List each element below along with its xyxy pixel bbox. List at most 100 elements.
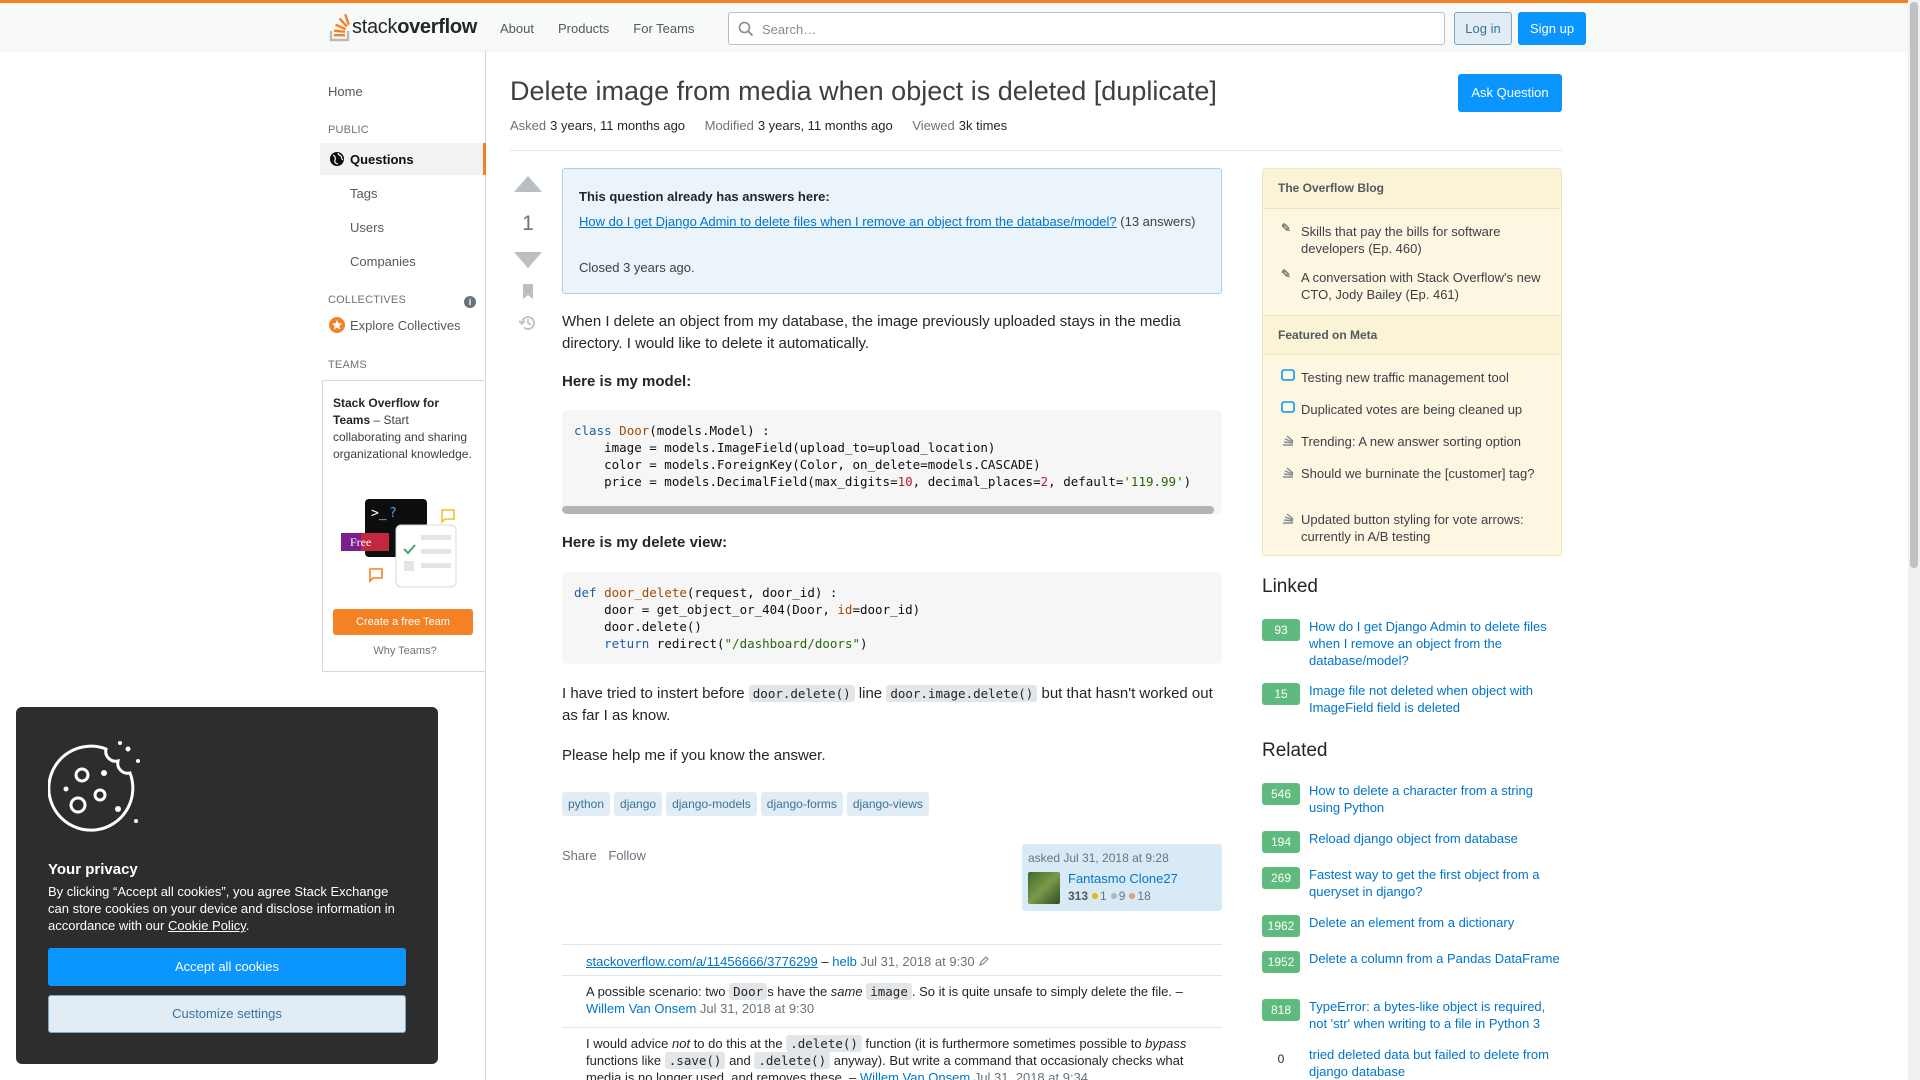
- sidebar-item-tags[interactable]: Tags: [350, 186, 377, 201]
- delete-view-heading: Here is my delete view:: [562, 534, 728, 551]
- linked-score: 15: [1262, 683, 1300, 705]
- customize-settings-button[interactable]: Customize settings: [48, 995, 406, 1033]
- question-paragraph-1: When I delete an object from my database…: [562, 313, 1181, 352]
- meta-item[interactable]: Duplicated votes are being cleaned up: [1301, 401, 1551, 418]
- tag-django[interactable]: django: [614, 792, 663, 816]
- meta-item[interactable]: Testing new traffic management tool: [1301, 369, 1551, 386]
- related-title[interactable]: Fastest way to get the first object from…: [1309, 866, 1561, 900]
- accept-all-cookies-button[interactable]: Accept all cookies: [48, 948, 406, 986]
- logo-text-overflow: overflow: [397, 15, 478, 38]
- sidebar-item-questions[interactable]: Questions: [320, 143, 486, 175]
- share-link[interactable]: Share: [562, 848, 597, 863]
- silver-badge-icon: [1110, 893, 1117, 899]
- related-score: 1952: [1262, 951, 1300, 973]
- duplicate-link[interactable]: How do I get Django Admin to delete file…: [579, 214, 1117, 229]
- sidebar-item-explore-collectives[interactable]: Explore Collectives: [328, 316, 461, 334]
- bookmark-icon[interactable]: [521, 283, 535, 301]
- blog-item[interactable]: A conversation with Stack Overflow's new…: [1301, 269, 1551, 303]
- pencil-icon: ✎: [1281, 221, 1292, 235]
- related-title[interactable]: How to delete a character from a string …: [1309, 782, 1561, 816]
- cookie-title: Your privacy: [48, 861, 138, 878]
- stack-exchange-icon: [1283, 513, 1294, 524]
- asked-label: Asked: [510, 118, 547, 133]
- tag-django-forms[interactable]: django-forms: [760, 792, 843, 816]
- comment-separator: –: [845, 1070, 860, 1080]
- create-free-team-button[interactable]: Create a free Team: [333, 609, 473, 635]
- sidebar-section-public: PUBLIC: [328, 124, 369, 136]
- nav-for-teams[interactable]: For Teams: [621, 17, 706, 40]
- tag-django-views[interactable]: django-views: [846, 792, 929, 816]
- related-title[interactable]: Delete an element from a dictionary: [1309, 914, 1561, 931]
- related-heading: Related: [1262, 740, 1328, 761]
- history-icon[interactable]: [518, 314, 538, 332]
- comment-date: Jul 31, 2018 at 9:30: [860, 954, 975, 969]
- why-teams-link[interactable]: Why Teams?: [323, 645, 487, 657]
- meta-heading: Featured on Meta: [1263, 315, 1561, 355]
- teams-free-badge: Free: [350, 535, 371, 549]
- collectives-icon: [329, 317, 345, 333]
- code-block-model[interactable]: class Door(models.Model) : image = model…: [562, 410, 1222, 514]
- related-title[interactable]: TypeError: a bytes-like object is requir…: [1309, 998, 1561, 1032]
- stackoverflow-logo[interactable]: stackoverflow: [328, 11, 477, 43]
- nav-products[interactable]: Products: [546, 17, 621, 40]
- related-score: 546: [1262, 783, 1300, 805]
- question-title[interactable]: Delete image from media when object is d…: [510, 76, 1217, 107]
- question-meta: Asked 3 years, 11 months ago Modified 3 ye…: [510, 118, 1023, 133]
- sidebar-item-home[interactable]: Home: [328, 84, 363, 99]
- cookie-policy-link[interactable]: Cookie Policy: [168, 918, 246, 933]
- signup-button[interactable]: Sign up: [1518, 12, 1586, 45]
- sidebar-item-companies[interactable]: Companies: [350, 254, 416, 269]
- comment-date: Jul 31, 2018 at 9:30: [699, 1001, 815, 1016]
- tag-python[interactable]: python: [562, 792, 611, 816]
- login-button[interactable]: Log in: [1454, 12, 1512, 45]
- comment: A possible scenario: two Door s have the …: [586, 983, 1222, 1017]
- meta-item[interactable]: Updated button styling for vote arrows: …: [1301, 511, 1551, 545]
- para2-text-b: line: [854, 685, 887, 702]
- linked-title[interactable]: How do I get Django Admin to delete file…: [1309, 618, 1561, 669]
- related-title[interactable]: tried deleted data but failed to delete …: [1309, 1046, 1561, 1080]
- code-horizontal-scrollbar[interactable]: [562, 506, 1214, 514]
- linked-title[interactable]: Image file not deleted when object with …: [1309, 682, 1561, 716]
- teams-illustration: >_ ? Free: [341, 499, 457, 588]
- user-name[interactable]: Fantasmo Clone27: [1068, 871, 1178, 886]
- info-icon[interactable]: i: [464, 296, 476, 308]
- comment-user[interactable]: helb: [832, 954, 857, 969]
- meta-item[interactable]: Should we burninate the [customer] tag?: [1301, 465, 1551, 482]
- linked-score: 93: [1262, 619, 1300, 641]
- duplicate-answer-count: (13 answers): [1116, 214, 1196, 229]
- related-title[interactable]: Reload django object from database: [1309, 830, 1561, 847]
- related-title[interactable]: Delete a column from a Pandas DataFrame: [1309, 950, 1561, 967]
- upvote-arrow-icon[interactable]: [512, 174, 544, 194]
- comment-text: . So it is quite unsafe to simply delete…: [911, 984, 1172, 999]
- search-input[interactable]: Search…: [728, 12, 1445, 45]
- stack-logo-icon: [329, 13, 350, 42]
- downvote-arrow-icon[interactable]: [512, 250, 544, 270]
- nav-about[interactable]: About: [488, 17, 546, 40]
- cookie-period: .: [245, 918, 250, 933]
- stack-exchange-icon: [1283, 435, 1294, 446]
- ask-question-button[interactable]: Ask Question: [1458, 74, 1562, 112]
- edit-icon[interactable]: [978, 955, 990, 967]
- comment-divider: [562, 975, 1222, 976]
- avatar[interactable]: [1028, 872, 1060, 904]
- comment-text: s have the: [767, 984, 831, 999]
- comment-user[interactable]: Willem Van Onsem: [586, 1001, 696, 1016]
- page-scrollbar[interactable]: [1908, 0, 1920, 1080]
- sidebar-item-users[interactable]: Users: [350, 220, 384, 235]
- asked-date: asked Jul 31, 2018 at 9:28: [1028, 851, 1169, 865]
- model-heading: Here is my model:: [562, 373, 692, 390]
- svg-text:>_: >_: [371, 506, 387, 521]
- modified-value[interactable]: 3 years, 11 months ago: [758, 118, 893, 133]
- related-score: 269: [1262, 867, 1300, 889]
- tag-django-models[interactable]: django-models: [666, 792, 757, 816]
- code-block-delete-view[interactable]: def door_delete(request, door_id) : door…: [562, 572, 1222, 664]
- blog-item[interactable]: Skills that pay the bills for software d…: [1301, 223, 1551, 257]
- comment-user[interactable]: Willem Van Onsem: [860, 1070, 970, 1080]
- follow-link[interactable]: Follow: [608, 848, 646, 863]
- para2-text-a: I have tried to instert before: [562, 685, 749, 702]
- comment-inline-code: .delete(): [786, 1035, 862, 1052]
- scrollbar-thumb[interactable]: [1910, 2, 1918, 568]
- meta-item[interactable]: Trending: A new answer sorting option: [1301, 433, 1551, 450]
- comment-link[interactable]: stackoverflow.com/a/11456666/3776299: [586, 954, 818, 969]
- logo-text-stack: stack: [352, 15, 398, 38]
